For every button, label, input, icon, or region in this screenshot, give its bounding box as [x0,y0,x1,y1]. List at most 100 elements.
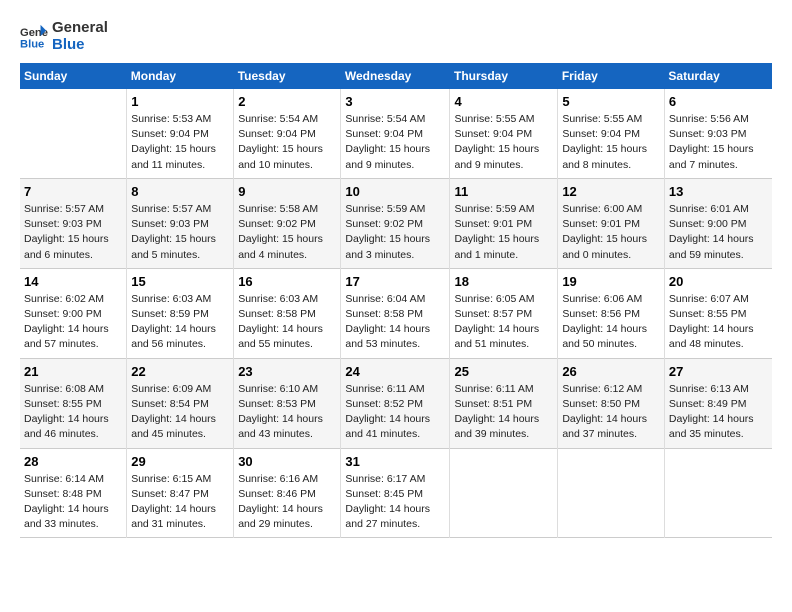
weekday-header-monday: Monday [127,63,234,89]
day-info: Sunrise: 6:01 AM Sunset: 9:00 PM Dayligh… [669,202,768,263]
calendar-day-21: 21 Sunrise: 6:08 AM Sunset: 8:55 PM Dayli… [20,358,127,448]
calendar-day-22: 22 Sunrise: 6:09 AM Sunset: 8:54 PM Dayli… [127,358,234,448]
day-info: Sunrise: 5:54 AM Sunset: 9:04 PM Dayligh… [238,112,336,173]
day-number: 14 [24,274,122,289]
calendar-day-9: 9 Sunrise: 5:58 AM Sunset: 9:02 PM Daylig… [234,178,341,268]
calendar-week-row: 28 Sunrise: 6:14 AM Sunset: 8:48 PM Dayli… [20,448,772,538]
day-info: Sunrise: 6:06 AM Sunset: 8:56 PM Dayligh… [562,292,660,353]
day-number: 22 [131,364,229,379]
calendar-empty-cell [558,448,665,538]
day-number: 23 [238,364,336,379]
day-number: 20 [669,274,768,289]
calendar-day-3: 3 Sunrise: 5:54 AM Sunset: 9:04 PM Daylig… [341,89,450,178]
day-info: Sunrise: 6:15 AM Sunset: 8:47 PM Dayligh… [131,472,229,533]
svg-text:Blue: Blue [20,38,44,50]
day-number: 6 [669,94,768,109]
calendar-day-31: 31Sunrise: 6:17 AM Sunset: 8:45 PM Dayli… [341,448,450,538]
day-number: 10 [345,184,445,199]
day-number: 21 [24,364,122,379]
logo-blue-text: Blue [52,37,108,54]
day-info: Sunrise: 6:03 AM Sunset: 8:59 PM Dayligh… [131,292,229,353]
day-number: 1 [131,94,229,109]
day-number: 24 [345,364,445,379]
day-number: 3 [345,94,445,109]
day-number: 2 [238,94,336,109]
day-number: 19 [562,274,660,289]
day-number: 4 [454,94,553,109]
calendar-day-15: 15Sunrise: 6:03 AM Sunset: 8:59 PM Dayli… [127,268,234,358]
calendar-day-28: 28 Sunrise: 6:14 AM Sunset: 8:48 PM Dayli… [20,448,127,538]
calendar-day-13: 13 Sunrise: 6:01 AM Sunset: 9:00 PM Dayli… [664,178,772,268]
day-info: Sunrise: 6:09 AM Sunset: 8:54 PM Dayligh… [131,382,229,443]
day-number: 29 [131,454,229,469]
day-info: Sunrise: 5:54 AM Sunset: 9:04 PM Dayligh… [345,112,445,173]
day-info: Sunrise: 6:13 AM Sunset: 8:49 PM Dayligh… [669,382,768,443]
calendar-day-2: 2 Sunrise: 5:54 AM Sunset: 9:04 PM Daylig… [234,89,341,178]
calendar-day-16: 16 Sunrise: 6:03 AM Sunset: 8:58 PM Dayli… [234,268,341,358]
calendar-day-14: 14 Sunrise: 6:02 AM Sunset: 9:00 PM Dayli… [20,268,127,358]
calendar-empty-cell [664,448,772,538]
day-number: 9 [238,184,336,199]
logo-icon: General Blue [20,23,48,51]
calendar-day-6: 6 Sunrise: 5:56 AM Sunset: 9:03 PM Daylig… [664,89,772,178]
day-info: Sunrise: 6:16 AM Sunset: 8:46 PM Dayligh… [238,472,336,533]
calendar-day-20: 20 Sunrise: 6:07 AM Sunset: 8:55 PM Dayli… [664,268,772,358]
calendar-day-18: 18 Sunrise: 6:05 AM Sunset: 8:57 PM Dayli… [450,268,558,358]
calendar-day-12: 12Sunrise: 6:00 AM Sunset: 9:01 PM Dayli… [558,178,665,268]
day-info: Sunrise: 6:11 AM Sunset: 8:52 PM Dayligh… [345,382,445,443]
day-number: 16 [238,274,336,289]
calendar-empty-cell [450,448,558,538]
calendar-day-24: 24 Sunrise: 6:11 AM Sunset: 8:52 PM Dayli… [341,358,450,448]
day-info: Sunrise: 6:11 AM Sunset: 8:51 PM Dayligh… [454,382,553,443]
calendar-week-row: 21 Sunrise: 6:08 AM Sunset: 8:55 PM Dayli… [20,358,772,448]
day-info: Sunrise: 5:55 AM Sunset: 9:04 PM Dayligh… [454,112,553,173]
calendar-empty-cell [20,89,127,178]
calendar-week-row: 7 Sunrise: 5:57 AM Sunset: 9:03 PM Daylig… [20,178,772,268]
weekday-header-tuesday: Tuesday [234,63,341,89]
weekday-header-row: SundayMondayTuesdayWednesdayThursdayFrid… [20,63,772,89]
day-number: 13 [669,184,768,199]
calendar-day-4: 4 Sunrise: 5:55 AM Sunset: 9:04 PM Daylig… [450,89,558,178]
calendar-week-row: 14 Sunrise: 6:02 AM Sunset: 9:00 PM Dayli… [20,268,772,358]
day-number: 8 [131,184,229,199]
day-info: Sunrise: 6:05 AM Sunset: 8:57 PM Dayligh… [454,292,553,353]
day-number: 25 [454,364,553,379]
calendar-day-10: 10 Sunrise: 5:59 AM Sunset: 9:02 PM Dayli… [341,178,450,268]
day-info: Sunrise: 5:57 AM Sunset: 9:03 PM Dayligh… [24,202,122,263]
day-info: Sunrise: 6:08 AM Sunset: 8:55 PM Dayligh… [24,382,122,443]
day-info: Sunrise: 5:59 AM Sunset: 9:02 PM Dayligh… [345,202,445,263]
day-number: 12 [562,184,660,199]
calendar-day-8: 8 Sunrise: 5:57 AM Sunset: 9:03 PM Daylig… [127,178,234,268]
day-info: Sunrise: 6:03 AM Sunset: 8:58 PM Dayligh… [238,292,336,353]
calendar-day-1: 1Sunrise: 5:53 AM Sunset: 9:04 PM Daylig… [127,89,234,178]
calendar-day-29: 29 Sunrise: 6:15 AM Sunset: 8:47 PM Dayli… [127,448,234,538]
day-number: 28 [24,454,122,469]
day-info: Sunrise: 5:59 AM Sunset: 9:01 PM Dayligh… [454,202,553,263]
day-number: 30 [238,454,336,469]
calendar-table: SundayMondayTuesdayWednesdayThursdayFrid… [20,63,772,538]
day-number: 5 [562,94,660,109]
day-info: Sunrise: 6:04 AM Sunset: 8:58 PM Dayligh… [345,292,445,353]
logo: General Blue General Blue [20,20,108,53]
day-number: 18 [454,274,553,289]
weekday-header-friday: Friday [558,63,665,89]
day-info: Sunrise: 5:57 AM Sunset: 9:03 PM Dayligh… [131,202,229,263]
calendar-day-17: 17 Sunrise: 6:04 AM Sunset: 8:58 PM Dayli… [341,268,450,358]
day-info: Sunrise: 5:58 AM Sunset: 9:02 PM Dayligh… [238,202,336,263]
day-info: Sunrise: 5:55 AM Sunset: 9:04 PM Dayligh… [562,112,660,173]
calendar-day-19: 19 Sunrise: 6:06 AM Sunset: 8:56 PM Dayli… [558,268,665,358]
weekday-header-thursday: Thursday [450,63,558,89]
weekday-header-sunday: Sunday [20,63,127,89]
day-number: 17 [345,274,445,289]
page-header: General Blue General Blue [20,20,772,53]
day-number: 11 [454,184,553,199]
day-info: Sunrise: 6:07 AM Sunset: 8:55 PM Dayligh… [669,292,768,353]
weekday-header-wednesday: Wednesday [341,63,450,89]
calendar-day-23: 23Sunrise: 6:10 AM Sunset: 8:53 PM Dayli… [234,358,341,448]
day-info: Sunrise: 5:56 AM Sunset: 9:03 PM Dayligh… [669,112,768,173]
day-info: Sunrise: 6:02 AM Sunset: 9:00 PM Dayligh… [24,292,122,353]
calendar-day-30: 30 Sunrise: 6:16 AM Sunset: 8:46 PM Dayli… [234,448,341,538]
day-number: 31 [345,454,445,469]
day-number: 7 [24,184,122,199]
day-info: Sunrise: 6:14 AM Sunset: 8:48 PM Dayligh… [24,472,122,533]
